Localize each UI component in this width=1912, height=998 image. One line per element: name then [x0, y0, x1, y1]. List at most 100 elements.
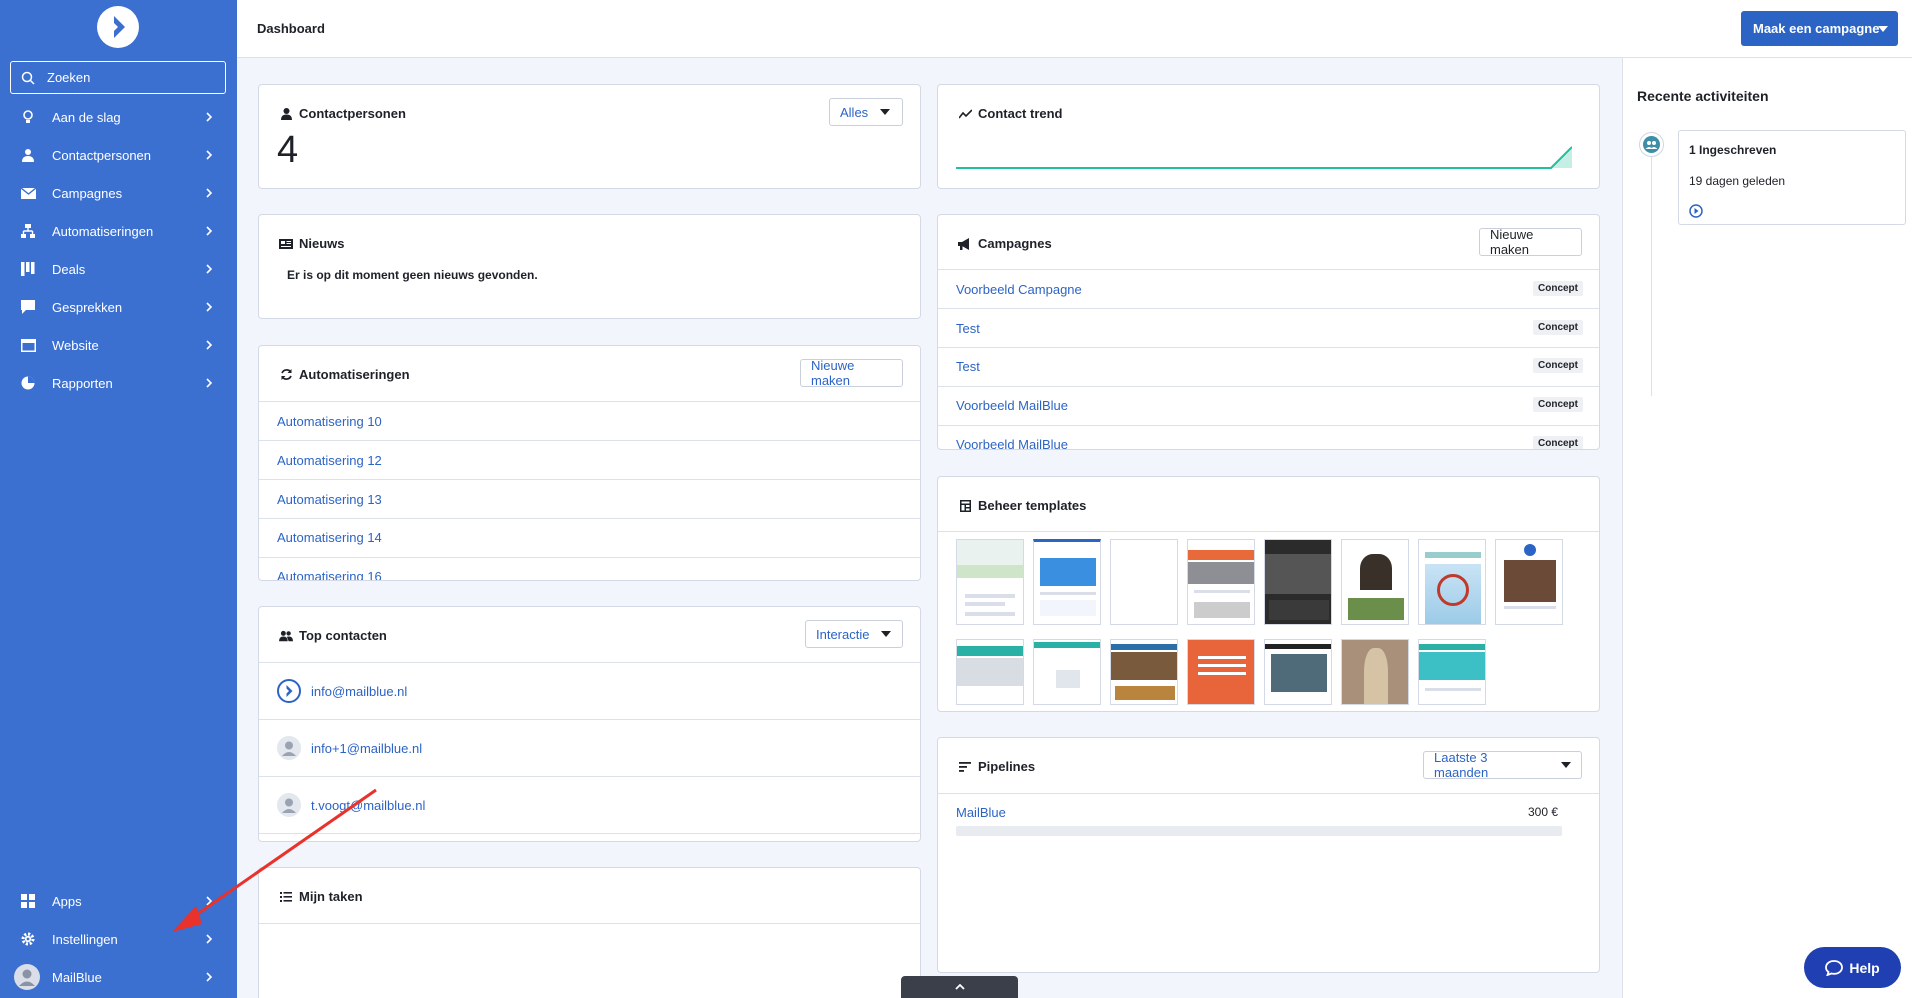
- sidebar-item-label: Contactpersonen: [52, 147, 152, 163]
- contact-count: 4: [277, 129, 299, 171]
- sidebar-item-label: Website: [52, 337, 99, 353]
- search-input[interactable]: Zoeken: [10, 61, 226, 94]
- automation-link[interactable]: Automatisering 12: [277, 453, 382, 468]
- list-item: Automatisering 13: [259, 479, 920, 518]
- kanban-icon: [20, 261, 36, 277]
- template-thumbnail[interactable]: [1264, 639, 1332, 705]
- sidebar-item-label: Rapporten: [52, 375, 113, 391]
- template-thumbnail[interactable]: [1264, 539, 1332, 625]
- interaction-filter-select[interactable]: Interactie: [805, 620, 903, 648]
- card-title-text: Automatiseringen: [299, 367, 410, 382]
- campaign-link[interactable]: Test: [956, 359, 980, 374]
- template-thumbnail[interactable]: [1187, 539, 1255, 625]
- top-bar: Dashboard: [237, 0, 1912, 58]
- list-item: Voorbeeld MailBlue Concept: [938, 425, 1599, 449]
- contact-email-link[interactable]: info+1@mailblue.nl: [311, 741, 422, 756]
- template-thumbnail[interactable]: [1418, 539, 1486, 625]
- new-automation-button[interactable]: Nieuwe maken: [800, 358, 903, 388]
- automation-link[interactable]: Automatisering 14: [277, 530, 382, 545]
- pipeline-value: 300 €: [1528, 805, 1559, 819]
- contacts-card: Contactpersonen 4 Alles: [258, 84, 921, 189]
- contacts-filter-select[interactable]: Alles: [829, 98, 903, 126]
- sidebar-item-contactpersonen[interactable]: Contactpersonen: [0, 140, 237, 170]
- sidebar-item-deals[interactable]: Deals: [0, 254, 237, 284]
- sidebar-item-automatiseringen[interactable]: Automatiseringen: [0, 216, 237, 246]
- template-thumbnail[interactable]: [956, 539, 1024, 625]
- list-item: Automatisering 12: [259, 440, 920, 479]
- list-item: info+1@mailblue.nl: [259, 719, 920, 776]
- campaign-link[interactable]: Voorbeeld MailBlue: [956, 437, 1068, 449]
- sidebar-item-campagnes[interactable]: Campagnes: [0, 178, 237, 208]
- template-thumbnail[interactable]: [1110, 639, 1178, 705]
- card-title: Campagnes: [958, 236, 1052, 251]
- template-thumbnail[interactable]: [1033, 639, 1101, 705]
- apps-icon: [20, 893, 36, 909]
- mailblue-logo[interactable]: [97, 6, 139, 48]
- card-title: Nieuws: [279, 236, 345, 251]
- automation-link[interactable]: Automatisering 13: [277, 492, 382, 507]
- card-title: Contactpersonen: [279, 106, 406, 121]
- website-icon: [20, 337, 36, 353]
- template-thumbnail[interactable]: [1341, 639, 1409, 705]
- top-contacts-card: Top contacten Interactie info@mailblue.n…: [258, 606, 921, 842]
- card-title-text: Campagnes: [978, 236, 1052, 251]
- create-campaign-button[interactable]: Maak een campagne: [1741, 11, 1898, 46]
- campaign-link[interactable]: Test: [956, 321, 980, 336]
- templates-card: Beheer templates: [937, 476, 1600, 712]
- campaign-link[interactable]: Voorbeeld MailBlue: [956, 398, 1068, 413]
- period-filter-select[interactable]: Laatste 3 maanden: [1423, 750, 1582, 780]
- contact-email-link[interactable]: t.voogt@mailblue.nl: [311, 798, 425, 813]
- template-thumbnail[interactable]: [1495, 539, 1563, 625]
- subscribe-activity-icon: [1639, 132, 1664, 157]
- pipeline-link[interactable]: MailBlue: [956, 805, 1006, 820]
- sidebar-item-aan-de-slag[interactable]: Aan de slag: [0, 102, 237, 132]
- filter-value: Laatste 3 maanden: [1434, 750, 1489, 780]
- status-badge: Concept: [1533, 397, 1583, 412]
- card-title: Mijn taken: [279, 889, 363, 904]
- template-thumbnail[interactable]: [1187, 639, 1255, 705]
- list-item: Test Concept: [938, 308, 1599, 347]
- card-title: Top contacten: [279, 628, 387, 643]
- chevron-right-icon: [206, 264, 213, 274]
- activity-item[interactable]: 1 Ingeschreven 19 dagen geleden: [1678, 130, 1906, 225]
- sidebar-item-rapporten[interactable]: Rapporten: [0, 368, 237, 398]
- filter-value: Interactie: [816, 626, 870, 642]
- sidebar-item-gesprekken[interactable]: Gesprekken: [0, 292, 237, 322]
- sidebar-item-apps[interactable]: Apps: [0, 886, 237, 916]
- contact-email-link[interactable]: info@mailblue.nl: [311, 684, 407, 699]
- news-card: Nieuws Er is op dit moment geen nieuws g…: [258, 214, 921, 319]
- chevron-up-icon: [954, 983, 965, 990]
- caret-down-icon: [880, 109, 891, 115]
- chevron-right-icon: [206, 934, 213, 944]
- card-title-text: Beheer templates: [978, 498, 1087, 513]
- template-thumbnail[interactable]: [1033, 539, 1101, 625]
- help-button[interactable]: Help: [1804, 947, 1901, 988]
- template-thumbnail[interactable]: [956, 639, 1024, 705]
- automation-link[interactable]: Automatisering 10: [277, 414, 382, 429]
- card-title-text: Contactpersonen: [299, 106, 406, 121]
- users-icon: [279, 629, 293, 643]
- card-title: Pipelines: [958, 759, 1035, 774]
- sidebar-item-website[interactable]: Website: [0, 330, 237, 360]
- list-icon: [958, 760, 972, 774]
- button-label: Nieuwe maken: [811, 358, 855, 388]
- chevron-right-icon: [206, 302, 213, 312]
- create-campaign-label: Maak een campagne: [1753, 21, 1880, 36]
- campaign-link[interactable]: Voorbeeld Campagne: [956, 282, 1082, 297]
- campaigns-card: Campagnes Nieuwe maken Voorbeeld Campagn…: [937, 214, 1600, 450]
- list-item: Automatisering 10: [259, 401, 920, 440]
- automation-link[interactable]: Automatisering 16: [277, 569, 382, 580]
- megaphone-icon: [958, 237, 972, 251]
- scroll-up-tab[interactable]: [901, 976, 1018, 998]
- template-thumbnail[interactable]: [1418, 639, 1486, 705]
- play-circle-icon[interactable]: [1689, 204, 1703, 218]
- sidebar-item-label: Deals: [52, 261, 86, 277]
- pie-chart-icon: [20, 375, 36, 391]
- sidebar-item-instellingen[interactable]: Instellingen: [0, 924, 237, 954]
- recent-activity-panel: Recente activiteiten 1 Ingeschreven 19 d…: [1622, 58, 1912, 998]
- chevron-right-icon: [206, 972, 213, 982]
- template-thumbnail[interactable]: [1341, 539, 1409, 625]
- sidebar-item-mailblue[interactable]: MailBlue: [0, 962, 237, 992]
- template-thumbnail[interactable]: [1110, 539, 1178, 625]
- new-campaign-button[interactable]: Nieuwe maken: [1479, 227, 1582, 257]
